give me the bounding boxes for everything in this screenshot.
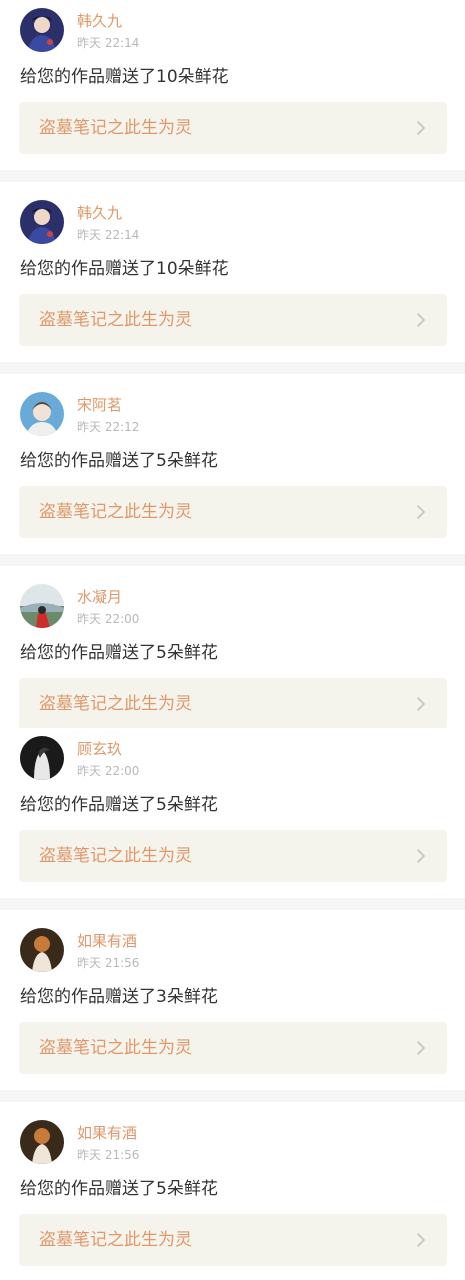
notification-item: 韩久九 昨天 22:14 给您的作品赠送了10朵鲜花 盗墓笔记之此生为灵 (0, 0, 465, 170)
work-title: 盗墓笔记之此生为灵 (39, 118, 192, 138)
user-name[interactable]: 如果有酒 (77, 932, 137, 950)
chevron-right-icon (413, 848, 429, 864)
timestamp: 昨天 21:56 (77, 956, 140, 970)
gift-message: 给您的作品赠送了10朵鲜花 (20, 259, 229, 279)
gift-message: 给您的作品赠送了3朵鲜花 (20, 987, 218, 1007)
notification-item: 如果有酒 昨天 21:56 给您的作品赠送了5朵鲜花 盗墓笔记之此生为灵 (0, 1112, 465, 1280)
timestamp: 昨天 21:56 (77, 1148, 140, 1162)
work-link[interactable]: 盗墓笔记之此生为灵 (19, 486, 447, 538)
work-title: 盗墓笔记之此生为灵 (39, 846, 192, 866)
chevron-right-icon (413, 696, 429, 712)
chevron-right-icon (413, 504, 429, 520)
timestamp: 昨天 22:12 (77, 420, 140, 434)
notification-item: 水凝月 昨天 22:00 给您的作品赠送了5朵鲜花 盗墓笔记之此生为灵 (0, 576, 465, 734)
user-name[interactable]: 韩久九 (77, 204, 122, 222)
work-title: 盗墓笔记之此生为灵 (39, 1038, 192, 1058)
chevron-right-icon (413, 312, 429, 328)
user-avatar-icon[interactable] (20, 736, 64, 780)
user-avatar-icon[interactable] (20, 928, 64, 972)
timestamp: 昨天 22:00 (77, 764, 140, 778)
work-title: 盗墓笔记之此生为灵 (39, 502, 192, 522)
separator (0, 170, 465, 182)
user-avatar-icon[interactable] (20, 1120, 64, 1164)
notification-item: 韩久九 昨天 22:14 给您的作品赠送了10朵鲜花 盗墓笔记之此生为灵 (0, 192, 465, 362)
user-name[interactable]: 韩久九 (77, 12, 122, 30)
user-avatar-icon[interactable] (20, 200, 64, 244)
gift-message: 给您的作品赠送了5朵鲜花 (20, 795, 218, 815)
separator (0, 554, 465, 566)
timestamp: 昨天 22:14 (77, 36, 140, 50)
user-avatar-icon[interactable] (20, 392, 64, 436)
work-title: 盗墓笔记之此生为灵 (39, 1230, 192, 1250)
user-avatar-icon[interactable] (20, 584, 64, 628)
work-title: 盗墓笔记之此生为灵 (39, 310, 192, 330)
gift-message: 给您的作品赠送了5朵鲜花 (20, 1179, 218, 1199)
notification-item: 宋阿茗 昨天 22:12 给您的作品赠送了5朵鲜花 盗墓笔记之此生为灵 (0, 384, 465, 554)
gift-message: 给您的作品赠送了5朵鲜花 (20, 643, 218, 663)
user-name[interactable]: 顾玄玖 (77, 740, 122, 758)
user-name[interactable]: 宋阿茗 (77, 396, 122, 414)
separator (0, 898, 465, 910)
chevron-right-icon (413, 120, 429, 136)
work-title: 盗墓笔记之此生为灵 (39, 694, 192, 714)
work-link[interactable]: 盗墓笔记之此生为灵 (19, 678, 447, 730)
work-link[interactable]: 盗墓笔记之此生为灵 (19, 1214, 447, 1266)
separator (0, 362, 465, 374)
separator (0, 1090, 465, 1102)
work-link[interactable]: 盗墓笔记之此生为灵 (19, 1022, 447, 1074)
user-avatar-icon[interactable] (20, 8, 64, 52)
notification-item: 顾玄玖 昨天 22:00 给您的作品赠送了5朵鲜花 盗墓笔记之此生为灵 (0, 728, 465, 898)
gift-message: 给您的作品赠送了5朵鲜花 (20, 451, 218, 471)
gift-message: 给您的作品赠送了10朵鲜花 (20, 67, 229, 87)
work-link[interactable]: 盗墓笔记之此生为灵 (19, 830, 447, 882)
timestamp: 昨天 22:00 (77, 612, 140, 626)
timestamp: 昨天 22:14 (77, 228, 140, 242)
work-link[interactable]: 盗墓笔记之此生为灵 (19, 102, 447, 154)
user-name[interactable]: 水凝月 (77, 588, 122, 606)
notification-item: 如果有酒 昨天 21:56 给您的作品赠送了3朵鲜花 盗墓笔记之此生为灵 (0, 920, 465, 1090)
chevron-right-icon (413, 1232, 429, 1248)
work-link[interactable]: 盗墓笔记之此生为灵 (19, 294, 447, 346)
user-name[interactable]: 如果有酒 (77, 1124, 137, 1142)
chevron-right-icon (413, 1040, 429, 1056)
